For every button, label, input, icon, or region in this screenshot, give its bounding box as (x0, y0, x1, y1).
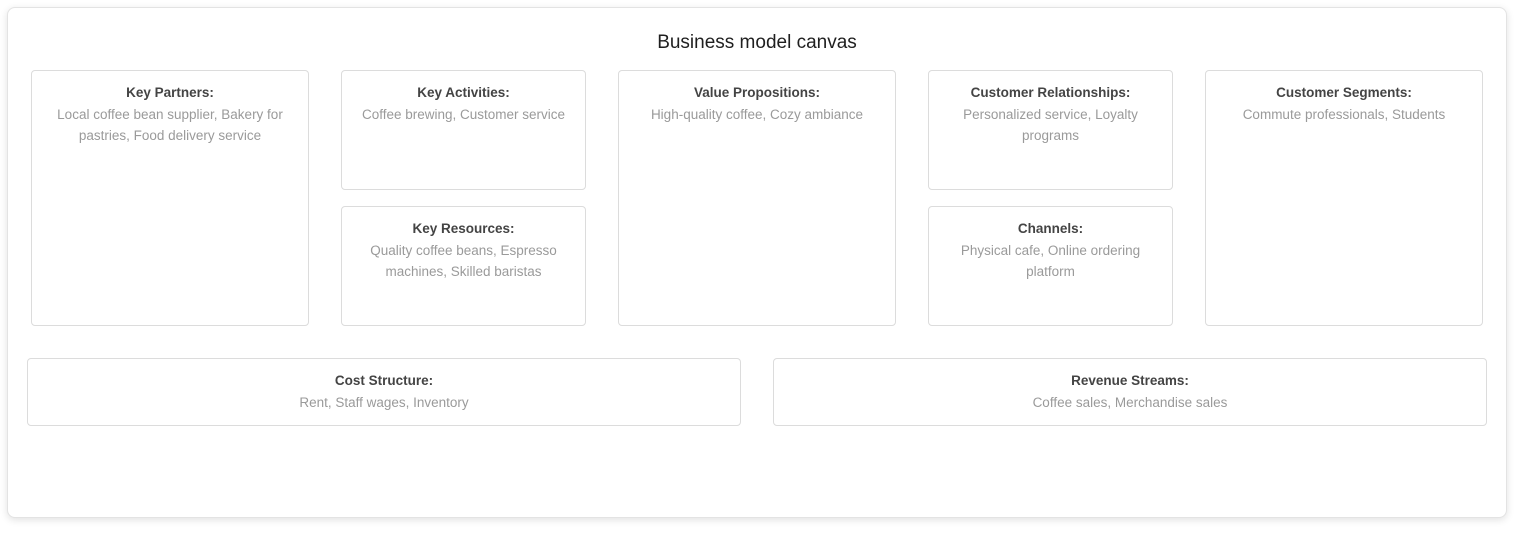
cost-structure-block: Cost Structure: Rent, Staff wages, Inven… (27, 358, 741, 426)
value-propositions-content: High-quality coffee, Cozy ambiance (650, 107, 864, 122)
canvas-title: Business model canvas (657, 32, 857, 53)
customer-relationships-block: Customer Relationships: Personalized ser… (928, 70, 1173, 190)
key-partners-label: Key Partners: (126, 85, 214, 100)
revenue-streams-block: Revenue Streams: Coffee sales, Merchandi… (773, 358, 1487, 426)
customer-relationships-label: Customer Relationships: (970, 85, 1131, 100)
value-propositions-block: Value Propositions: High-quality coffee,… (618, 70, 896, 326)
revenue-streams-label: Revenue Streams: (1071, 373, 1189, 388)
cost-structure-label: Cost Structure: (334, 373, 434, 388)
key-partners-content: Local coffee bean supplier, Bakery for p… (57, 107, 283, 143)
customer-segments-content: Commute professionals, Students (1242, 107, 1446, 122)
cost-structure-content: Rent, Staff wages, Inventory (299, 395, 469, 410)
customer-relationships-content: Personalized service, Loyalty programs (963, 107, 1138, 143)
key-resources-content: Quality coffee beans, Espresso machines,… (370, 243, 557, 279)
channels-label: Channels: (1017, 221, 1084, 236)
channels-block: Channels: Physical cafe, Online ordering… (928, 206, 1173, 326)
key-partners-block: Key Partners: Local coffee bean supplier… (31, 70, 309, 326)
channels-content: Physical cafe, Online ordering platform (960, 243, 1141, 279)
customer-segments-block: Customer Segments: Commute professionals… (1205, 70, 1483, 326)
key-activities-content: Coffee brewing, Customer service (361, 107, 566, 122)
key-activities-label: Key Activities: (417, 85, 510, 100)
key-activities-block: Key Activities: Coffee brewing, Customer… (341, 70, 586, 190)
key-resources-label: Key Resources: (412, 221, 515, 236)
value-propositions-label: Value Propositions: (693, 85, 821, 100)
revenue-streams-content: Coffee sales, Merchandise sales (1032, 395, 1228, 410)
key-resources-block: Key Resources: Quality coffee beans, Esp… (341, 206, 586, 326)
customer-segments-label: Customer Segments: (1276, 85, 1412, 100)
